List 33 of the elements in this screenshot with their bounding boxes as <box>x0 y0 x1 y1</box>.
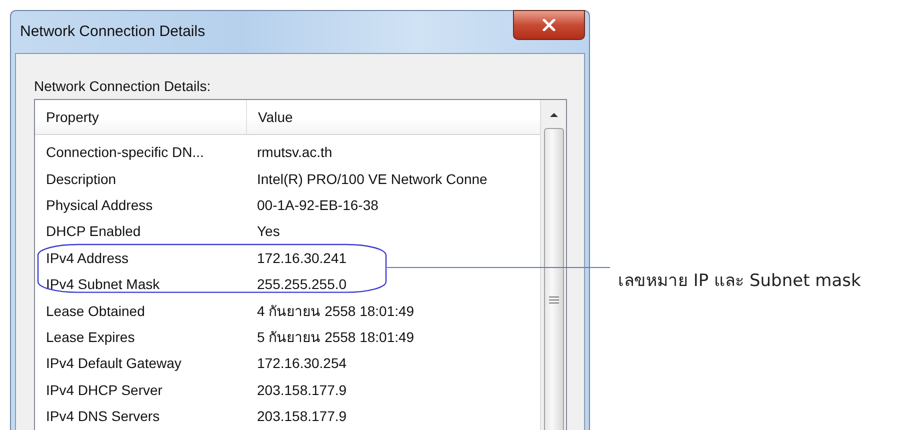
property-cell-text: Lease Obtained <box>45 302 146 319</box>
close-icon <box>542 19 556 31</box>
window-title: Network Connection Details <box>19 22 206 40</box>
value-cell-text: 172.16.30.241 <box>256 250 348 266</box>
value-cell-text: 4 กันยายน 2558 18:01:49 <box>256 302 416 321</box>
close-button[interactable] <box>513 10 585 40</box>
value-cell-text: 00-1A-92-EB-16-38 <box>256 196 380 213</box>
property-cell-text: Description <box>45 170 118 187</box>
property-cell-text: IPv4 DNS Servers <box>45 408 161 424</box>
property-cell-text: IPv4 DHCP Server <box>45 382 164 398</box>
value-cell-text: Intel(R) PRO/100 VE Network Conne <box>256 170 488 187</box>
property-cell-text: Physical Address <box>45 196 154 213</box>
scrollbar[interactable] <box>540 100 566 430</box>
value-cell-text: 255.255.255.0 <box>256 276 348 292</box>
scroll-up-icon[interactable] <box>548 112 558 118</box>
annotation-text: เลขหมาย IP และ Subnet mask <box>618 271 861 291</box>
value-cell-text: 203.158.177.9 <box>256 382 348 398</box>
property-cell-text: IPv4 Subnet Mask <box>45 276 161 292</box>
value-cell-text: rmutsv.ac.th <box>256 144 334 160</box>
property-cell-text: IPv4 Address <box>45 250 130 266</box>
property-cell-text: Lease Expires <box>45 328 136 345</box>
column-header[interactable]: Value <box>247 100 293 134</box>
value-cell-text: 5 กันยายน 2558 18:01:49 <box>256 328 416 347</box>
value-cell-text: 203.158.177.9 <box>256 408 348 424</box>
value-cell-text: 172.16.30.254 <box>256 355 348 372</box>
section-label: Network Connection Details: <box>34 78 212 94</box>
property-cell-text: DHCP Enabled <box>45 223 142 240</box>
grip-icon <box>548 296 558 304</box>
property-cell-text: IPv4 Default Gateway <box>45 355 182 372</box>
column-header[interactable]: Property <box>35 100 247 134</box>
value-cell-text: Yes <box>256 223 281 240</box>
property-cell-text: Connection-specific DN... <box>45 144 205 160</box>
scroll-thumb[interactable] <box>544 128 564 430</box>
